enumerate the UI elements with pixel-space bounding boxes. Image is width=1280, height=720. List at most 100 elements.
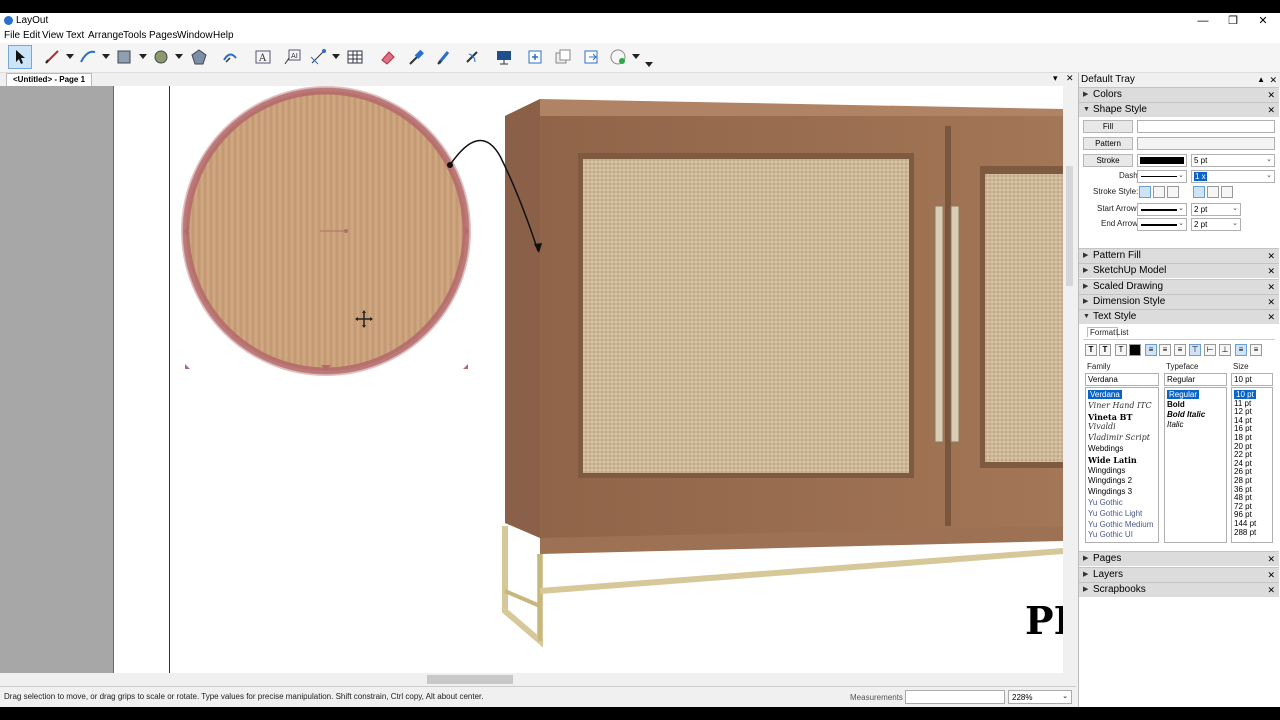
circle-tool-dropdown-icon[interactable] <box>175 54 183 59</box>
fam-option[interactable]: Wingdings 2 <box>1088 476 1132 485</box>
panel-layers[interactable]: ▶ Layers ✕ <box>1079 567 1279 582</box>
fam-option[interactable]: Yu Gothic Light <box>1088 509 1142 518</box>
duplicate-page-icon[interactable] <box>551 45 575 69</box>
anchor-top-icon[interactable]: ⊤ <box>1189 344 1201 356</box>
tray-close-icon[interactable]: ✕ <box>1269 73 1277 87</box>
document-close-icon[interactable]: ✕ <box>1066 73 1074 84</box>
vertical-scrollbar[interactable] <box>1063 86 1076 686</box>
align-right-icon[interactable]: ≡ <box>1174 344 1186 356</box>
face-option[interactable]: Bold Italic <box>1167 410 1205 419</box>
page-title-text[interactable]: PI <box>1025 598 1063 643</box>
fam-option[interactable]: Verdana <box>1088 390 1122 399</box>
toolbar-more-dropdown-icon[interactable] <box>632 54 640 59</box>
maximize-button[interactable]: ❐ <box>1218 13 1248 29</box>
toolbar-overflow-icon[interactable] <box>645 62 653 67</box>
fam-option[interactable]: Vivaldi <box>1088 422 1116 431</box>
horizontal-scroll-thumb[interactable] <box>427 675 513 684</box>
menu-view[interactable]: View <box>42 30 64 41</box>
vertical-scroll-thumb[interactable] <box>1066 166 1073 286</box>
panel-close-icon[interactable]: ✕ <box>1267 264 1275 278</box>
select-tool-icon[interactable] <box>8 45 32 69</box>
document-tab[interactable]: <Untitled> - Page 1 <box>6 73 93 86</box>
panel-text-style[interactable]: ▼ Text Style ✕ <box>1079 309 1279 324</box>
panel-pages[interactable]: ▶ Pages ✕ <box>1079 551 1279 566</box>
text-style-plain-icon[interactable]: T <box>1085 344 1097 356</box>
panel-close-icon[interactable]: ✕ <box>1267 103 1275 117</box>
dash-scale-select[interactable]: 1 x ⌄ <box>1191 170 1275 183</box>
tray-pin-icon[interactable]: ▲ <box>1257 73 1265 87</box>
split-tool-icon[interactable] <box>460 45 484 69</box>
pattern-swatch[interactable] <box>1137 137 1275 150</box>
rectangle-tool-dropdown-icon[interactable] <box>139 54 147 59</box>
panel-dimension-style[interactable]: ▶ Dimension Style ✕ <box>1079 294 1279 309</box>
panel-close-icon[interactable]: ✕ <box>1267 280 1275 294</box>
face-option[interactable]: Regular <box>1167 390 1200 399</box>
join-bevel-icon[interactable] <box>1221 186 1233 198</box>
drawing-canvas[interactable]: PI <box>0 86 1063 673</box>
text-tool-icon[interactable]: A <box>251 45 275 69</box>
size-option[interactable]: 288 pt <box>1234 528 1256 537</box>
menu-window[interactable]: Window <box>177 30 213 41</box>
start-arrow-select[interactable]: ⌄ <box>1137 203 1187 216</box>
panel-sketchup-model[interactable]: ▶ SketchUp Model ✕ <box>1079 263 1279 278</box>
fam-option[interactable]: Wingdings <box>1088 466 1125 475</box>
cabinet-model[interactable] <box>502 99 1063 648</box>
next-page-icon[interactable] <box>580 45 604 69</box>
anchor-bottom-icon[interactable]: ⊥ <box>1219 344 1231 356</box>
panel-scrapbooks[interactable]: ▶ Scrapbooks ✕ <box>1079 582 1279 597</box>
font-size-input[interactable]: 10 pt <box>1231 373 1273 386</box>
panel-close-icon[interactable]: ✕ <box>1267 552 1275 566</box>
fam-option[interactable]: Vladimir Script <box>1088 433 1150 442</box>
fam-option[interactable]: Wingdings 3 <box>1088 487 1132 496</box>
panel-close-icon[interactable]: ✕ <box>1267 568 1275 582</box>
fam-option[interactable]: Wide Latin <box>1088 455 1137 465</box>
menu-text[interactable]: Text <box>66 30 84 41</box>
fam-option[interactable]: Viner Hand ITC <box>1088 401 1152 410</box>
menu-help[interactable]: Help <box>213 30 234 41</box>
font-family-input[interactable]: Verdana <box>1085 373 1159 386</box>
end-arrow-select[interactable]: ⌄ <box>1137 218 1187 231</box>
arc-tool-icon[interactable] <box>76 45 100 69</box>
line-tool-icon[interactable] <box>40 45 64 69</box>
stroke-button[interactable]: Stroke <box>1083 154 1133 167</box>
measurements-input[interactable] <box>905 690 1005 704</box>
menu-tools[interactable]: Tools <box>123 30 146 41</box>
text-style-bold-icon[interactable]: T <box>1099 344 1111 356</box>
face-option[interactable]: Bold <box>1167 400 1185 409</box>
cap-round-icon[interactable] <box>1153 186 1165 198</box>
font-size-list[interactable]: 10 pt 11 pt 12 pt 14 pt 16 pt 18 pt 20 pt 22 pt… <box>1231 387 1273 543</box>
document-pin-icon[interactable]: ▾ <box>1053 73 1058 84</box>
end-arrow-size-select[interactable]: 2 pt ⌄ <box>1191 218 1241 231</box>
panel-close-icon[interactable]: ✕ <box>1267 249 1275 263</box>
table-tool-icon[interactable] <box>343 45 367 69</box>
panel-shape-style[interactable]: ▼ Shape Style ✕ <box>1079 102 1279 117</box>
panel-close-icon[interactable]: ✕ <box>1267 583 1275 597</box>
wood-circle-shape[interactable] <box>181 86 471 376</box>
fam-option[interactable]: Webdings <box>1088 444 1123 453</box>
minimize-button[interactable]: — <box>1188 13 1218 29</box>
justify-right-icon[interactable]: ≡ <box>1250 344 1262 356</box>
add-page-icon[interactable] <box>523 45 547 69</box>
font-family-list[interactable]: Verdana Viner Hand ITC Vineta BT Vivaldi Vla… <box>1085 387 1159 543</box>
offset-tool-icon[interactable] <box>218 45 242 69</box>
panel-scaled-drawing[interactable]: ▶ Scaled Drawing ✕ <box>1079 279 1279 294</box>
dimension-tool-dropdown-icon[interactable] <box>332 54 340 59</box>
rectangle-tool-icon[interactable] <box>112 45 136 69</box>
present-icon[interactable] <box>492 45 516 69</box>
dimension-tool-icon[interactable] <box>306 45 330 69</box>
dashes-select[interactable]: ⌄ <box>1137 170 1187 183</box>
eraser-tool-icon[interactable] <box>376 45 400 69</box>
panel-pattern-fill[interactable]: ▶ Pattern Fill ✕ <box>1079 248 1279 263</box>
join-miter-icon[interactable] <box>1193 186 1205 198</box>
menu-file[interactable]: File <box>4 30 20 41</box>
zoom-select[interactable]: 228% ⌄ <box>1008 690 1072 704</box>
panel-colors[interactable]: ▶ Colors ✕ <box>1079 87 1279 102</box>
sketchup-model-icon[interactable] <box>606 45 630 69</box>
line-tool-dropdown-icon[interactable] <box>66 54 74 59</box>
start-arrow-size-select[interactable]: 2 pt ⌄ <box>1191 203 1241 216</box>
text-color-swatch[interactable] <box>1129 344 1141 356</box>
horizontal-scrollbar[interactable] <box>0 673 1063 686</box>
fam-option[interactable]: Yu Gothic Medium <box>1088 520 1153 529</box>
panel-close-icon[interactable]: ✕ <box>1267 88 1275 102</box>
fill-swatch[interactable] <box>1137 120 1275 133</box>
